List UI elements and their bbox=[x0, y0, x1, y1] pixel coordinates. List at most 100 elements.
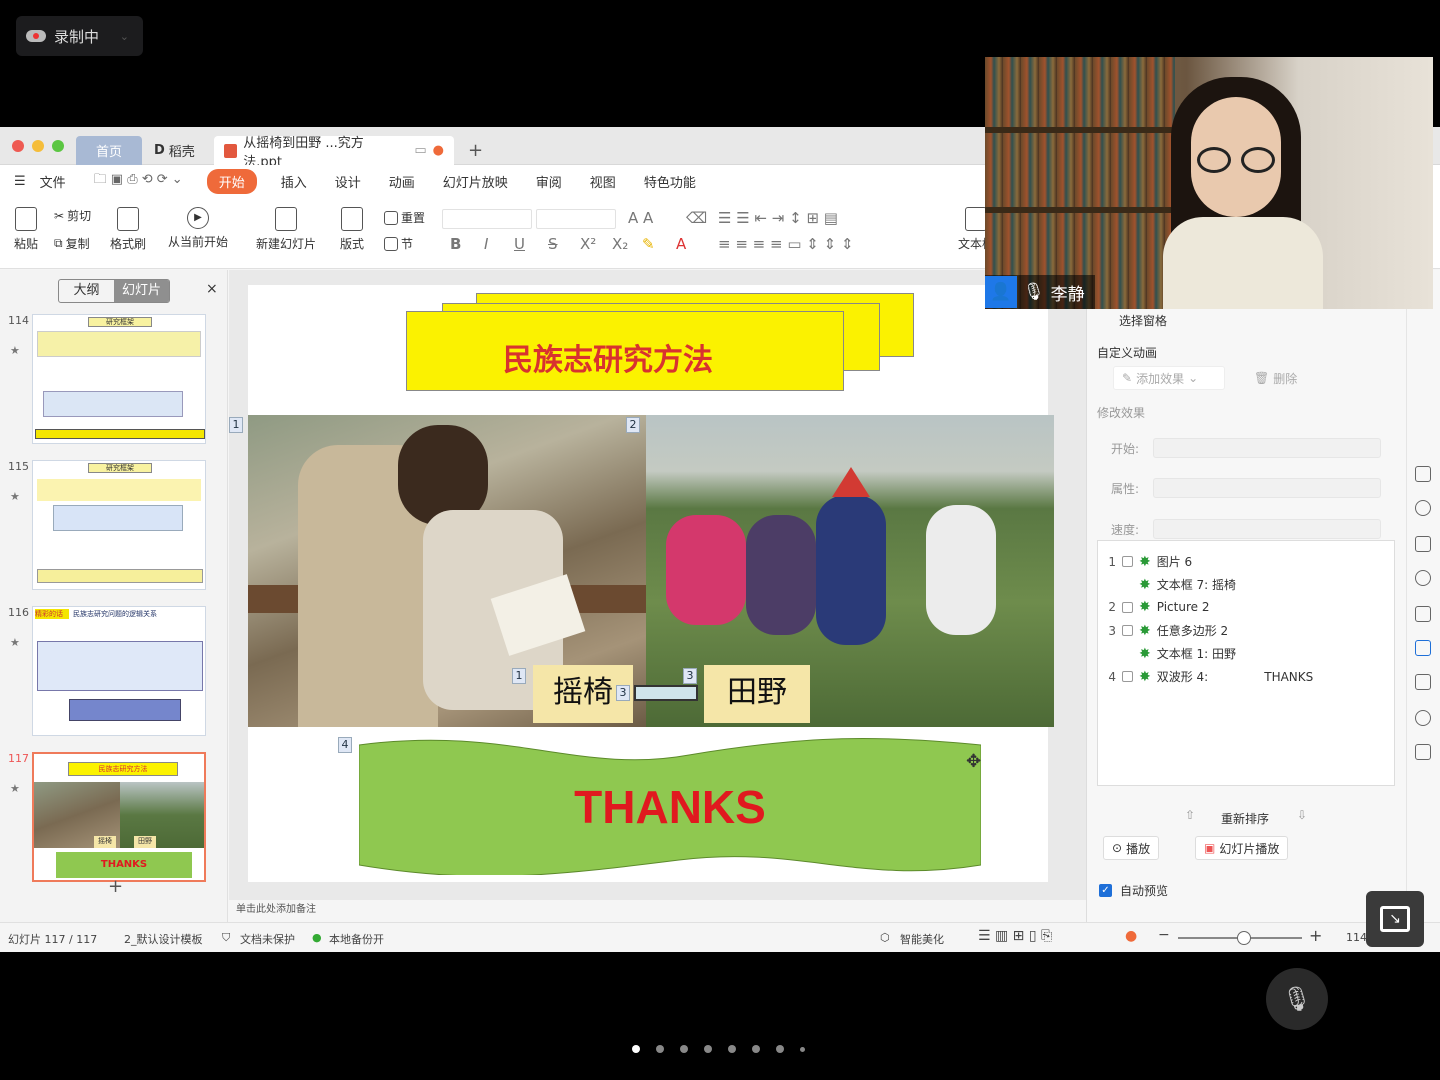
play-button[interactable]: ⊙ 播放 bbox=[1103, 836, 1160, 860]
tab-slides[interactable]: 幻灯片 bbox=[114, 280, 169, 302]
list-item[interactable]: 3 ✸ 任意多边形 2 bbox=[1106, 622, 1228, 639]
list-item[interactable]: ✸ 文本框 7: 摇椅 bbox=[1106, 576, 1236, 593]
smart-beautify-button[interactable]: 智能美化 bbox=[900, 931, 944, 947]
zoom-slider[interactable] bbox=[1178, 931, 1302, 945]
page-dot[interactable] bbox=[728, 1045, 736, 1053]
adjust-icon[interactable] bbox=[1415, 674, 1431, 690]
list-item[interactable]: ✸ 文本框 1: 田野 bbox=[1106, 645, 1236, 662]
speed-select[interactable] bbox=[1153, 519, 1381, 539]
slide-thumbnail[interactable]: 研究框架 bbox=[32, 460, 206, 590]
recording-indicator[interactable]: 录制中 ⌄ bbox=[16, 16, 143, 56]
layout-button[interactable]: 版式 bbox=[340, 207, 364, 252]
page-dot[interactable] bbox=[656, 1045, 664, 1053]
move-up-icon[interactable]: ⇧ bbox=[1185, 808, 1195, 822]
fill-icon[interactable] bbox=[1415, 500, 1431, 516]
reset-button[interactable]: 重置 bbox=[384, 209, 425, 226]
font-size-select[interactable] bbox=[536, 209, 616, 229]
menu-features[interactable]: 特色功能 bbox=[630, 172, 710, 191]
thanks-text[interactable]: THANKS bbox=[359, 780, 981, 834]
page-dot[interactable] bbox=[680, 1045, 688, 1053]
list-item[interactable]: 1 ✸ 图片 6 bbox=[1106, 553, 1192, 570]
new-tab-button[interactable]: + bbox=[458, 136, 493, 165]
menu-animation[interactable]: 动画 bbox=[375, 172, 429, 191]
add-slide-button[interactable]: + bbox=[108, 876, 123, 897]
italic-icon[interactable]: I bbox=[484, 235, 488, 253]
slideshow-button[interactable]: ▣ 幻灯片播放 bbox=[1195, 836, 1289, 860]
quick-access-icons[interactable]: 🗀 ▣ ⎙ ⟲ ⟳ ⌄ bbox=[80, 170, 197, 192]
view-mode-icons[interactable]: ☰ ▥ ⊞ ▯ ⎘ bbox=[978, 928, 1052, 944]
tab-file[interactable]: 从摇椅到田野 ...究方法.ppt ▭ ● bbox=[214, 136, 454, 170]
notes-area[interactable]: 单击此处添加备注 bbox=[229, 900, 1086, 922]
tab-daoke[interactable]: D 稻壳 bbox=[144, 136, 212, 165]
align-icons[interactable]: ≡ ≡ ≡ ≡ ▭ ⇕ ⇕ ⇕ bbox=[718, 235, 854, 253]
zoom-in-icon[interactable]: + bbox=[1309, 926, 1322, 945]
play-from-current-button[interactable]: ▶ 从当前开始 bbox=[168, 207, 228, 250]
menu-view[interactable]: 视图 bbox=[576, 172, 630, 191]
bold-icon[interactable]: B bbox=[450, 235, 461, 253]
menu-review[interactable]: 审阅 bbox=[522, 172, 576, 191]
backup-status[interactable]: 本地备份开 bbox=[329, 931, 384, 947]
page-dot[interactable] bbox=[800, 1047, 805, 1052]
slide-thumbnail[interactable]: 精彩的话 民族志研究问题的逻辑关系 bbox=[32, 606, 206, 736]
move-down-icon[interactable]: ⇩ bbox=[1297, 808, 1307, 822]
page-dot-active[interactable] bbox=[632, 1045, 640, 1053]
slide-thumbnail[interactable]: 研究框架 bbox=[32, 314, 206, 444]
superscript-icon[interactable]: X² bbox=[580, 235, 596, 253]
arrow-shape[interactable] bbox=[634, 685, 698, 701]
page-dot[interactable] bbox=[704, 1045, 712, 1053]
cut-button[interactable]: ✂ 剪切 bbox=[54, 207, 91, 224]
animation-star-icon[interactable] bbox=[1415, 640, 1431, 656]
history-icon[interactable] bbox=[1415, 710, 1431, 726]
slide-title[interactable]: 民族志研究方法 bbox=[408, 335, 808, 379]
delete-effect-button[interactable]: 🗑 删除 bbox=[1245, 366, 1307, 390]
start-select[interactable] bbox=[1153, 438, 1381, 458]
menu-design[interactable]: 设计 bbox=[321, 172, 375, 191]
autopreview-checkbox[interactable]: ✓ 自动预览 bbox=[1099, 882, 1168, 899]
screen-share-button[interactable]: ↘ bbox=[1366, 891, 1424, 947]
new-slide-button[interactable]: 新建幻灯片 bbox=[256, 207, 316, 252]
layers-icon[interactable] bbox=[1415, 606, 1431, 622]
play-slideshow-icon[interactable]: ● bbox=[1125, 928, 1137, 944]
design-icon[interactable] bbox=[1415, 536, 1431, 552]
list-item[interactable]: 2 ✸ Picture 2 bbox=[1106, 599, 1209, 615]
image-icon[interactable] bbox=[1415, 744, 1431, 760]
bullet-list-icon[interactable]: ☰ ☰ ⇤ ⇥ ↕ ⊞ ▤ bbox=[718, 209, 838, 227]
clear-format-icon[interactable]: ⌫ bbox=[686, 209, 707, 227]
minimize-window-button[interactable] bbox=[32, 140, 44, 152]
property-select[interactable] bbox=[1153, 478, 1381, 498]
menu-file[interactable]: 文件 bbox=[40, 172, 80, 191]
close-panel-icon[interactable]: × bbox=[206, 281, 218, 297]
mute-button[interactable]: 🎙 bbox=[1266, 968, 1328, 1030]
font-size-increase-icon[interactable]: A A bbox=[628, 209, 653, 227]
zoom-out-icon[interactable]: − bbox=[1158, 927, 1170, 943]
maximize-window-button[interactable] bbox=[52, 140, 64, 152]
hamburger-menu-icon[interactable]: ☰ bbox=[0, 174, 40, 189]
participant-video[interactable]: 👤 🎙 李静 bbox=[985, 57, 1433, 309]
label-field[interactable]: 田野 bbox=[704, 665, 810, 723]
format-painter-button[interactable]: 格式刷 bbox=[110, 207, 146, 252]
page-indicator[interactable] bbox=[632, 1045, 805, 1053]
menu-start[interactable]: 开始 bbox=[206, 168, 257, 194]
list-item[interactable]: 4 ✸ 双波形 4: THANKS bbox=[1106, 668, 1313, 685]
highlight-icon[interactable]: ✎ bbox=[642, 235, 655, 253]
zoom-level[interactable]: 114 bbox=[1346, 931, 1367, 944]
close-window-button[interactable] bbox=[12, 140, 24, 152]
slide-thumbnail-selected[interactable]: 民族志研究方法 摇椅 田野 THANKS bbox=[32, 752, 206, 882]
font-color-icon[interactable]: A bbox=[676, 235, 686, 253]
settings-icon[interactable] bbox=[1415, 570, 1431, 586]
doc-protect-status[interactable]: 文档未保护 bbox=[240, 931, 295, 947]
add-effect-button[interactable]: ✎ 添加效果 ⌄ bbox=[1113, 366, 1225, 390]
shape-icon[interactable] bbox=[1415, 466, 1431, 482]
subscript-icon[interactable]: X₂ bbox=[612, 235, 628, 253]
menu-insert[interactable]: 插入 bbox=[267, 172, 321, 191]
tab-home[interactable]: 首页 bbox=[76, 136, 142, 165]
zoom-slider-thumb[interactable] bbox=[1237, 931, 1251, 945]
slide-canvas[interactable]: 民族志研究方法 1 2 1 摇椅 3 3 田野 4 THANKS ✥ bbox=[229, 285, 1054, 882]
tab-outline[interactable]: 大纲 bbox=[59, 280, 114, 302]
underline-icon[interactable]: U bbox=[514, 235, 525, 253]
template-name[interactable]: 2_默认设计模板 bbox=[124, 931, 203, 947]
section-button[interactable]: 节 bbox=[384, 235, 413, 252]
paste-button[interactable]: 粘贴 bbox=[14, 207, 38, 252]
page-dot[interactable] bbox=[752, 1045, 760, 1053]
strikethrough-icon[interactable]: S bbox=[548, 235, 558, 253]
